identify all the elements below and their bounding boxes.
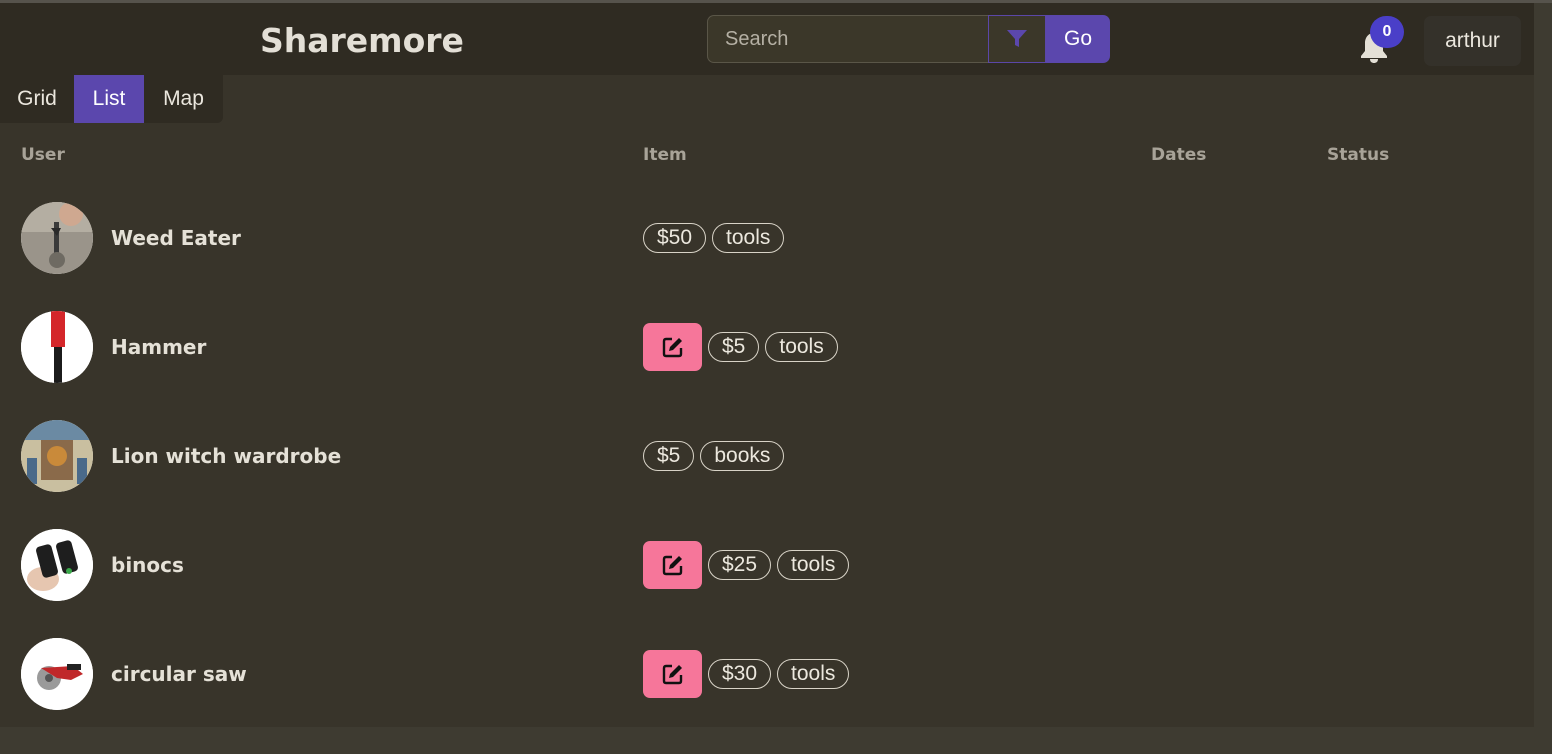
avatar xyxy=(21,638,93,710)
price-tag: $30 xyxy=(708,659,772,689)
price-tag: $25 xyxy=(708,550,772,580)
table-row[interactable]: Hammer $5 tools xyxy=(0,311,1534,420)
avatar xyxy=(21,311,93,383)
edit-button[interactable] xyxy=(643,541,702,589)
search-bar: Go xyxy=(707,15,1110,63)
item-name[interactable]: Weed Eater xyxy=(111,226,241,250)
search-input[interactable] xyxy=(707,15,988,63)
column-header-status[interactable]: Status xyxy=(1327,145,1389,165)
price-tag: $50 xyxy=(643,223,707,253)
category-tag[interactable]: tools xyxy=(712,223,785,253)
filter-icon xyxy=(1007,30,1027,47)
category-tag[interactable]: tools xyxy=(777,659,850,689)
page-scrollbar-track[interactable] xyxy=(1534,3,1552,754)
main-content: Grid List Map User Item Dates Status Wee… xyxy=(0,75,1534,727)
item-name[interactable]: Hammer xyxy=(111,335,206,359)
item-cell: $5 books xyxy=(643,432,785,480)
user-menu-button[interactable]: arthur xyxy=(1424,16,1521,66)
price-tag: $5 xyxy=(708,332,760,362)
edit-icon xyxy=(662,337,682,358)
avatar xyxy=(21,529,93,601)
notification-count-badge: 0 xyxy=(1370,16,1404,48)
category-tag[interactable]: tools xyxy=(765,332,838,362)
edit-button[interactable] xyxy=(643,323,702,371)
item-name[interactable]: Lion witch wardrobe xyxy=(111,444,341,468)
column-header-user[interactable]: User xyxy=(21,145,65,165)
table-row[interactable]: Weed Eater $50 tools xyxy=(0,202,1534,311)
item-name[interactable]: circular saw xyxy=(111,662,247,686)
filter-button[interactable] xyxy=(988,15,1046,63)
column-header-dates[interactable]: Dates xyxy=(1151,145,1206,165)
category-tag[interactable]: tools xyxy=(777,550,850,580)
page-footer-margin xyxy=(0,727,1534,754)
go-button[interactable]: Go xyxy=(1046,15,1110,63)
column-header-item[interactable]: Item xyxy=(643,145,687,165)
tab-list[interactable]: List xyxy=(74,75,144,123)
category-tag[interactable]: books xyxy=(700,441,785,471)
table-row[interactable]: binocs $25 tools xyxy=(0,529,1534,638)
edit-icon xyxy=(662,555,682,576)
avatar xyxy=(21,202,93,274)
avatar xyxy=(21,420,93,492)
item-name[interactable]: binocs xyxy=(111,553,184,577)
item-cell: $30 tools xyxy=(643,650,850,698)
tab-map[interactable]: Map xyxy=(144,75,223,123)
item-cell: $25 tools xyxy=(643,541,850,589)
item-cell: $50 tools xyxy=(643,214,785,262)
item-cell: $5 tools xyxy=(643,323,838,371)
app-brand[interactable]: Sharemore xyxy=(260,21,464,60)
app-header: Sharemore Go 0 arthur xyxy=(0,3,1534,75)
edit-button[interactable] xyxy=(643,650,702,698)
price-tag: $5 xyxy=(643,441,695,471)
view-tabs: Grid List Map xyxy=(0,75,223,123)
tab-grid[interactable]: Grid xyxy=(0,75,74,123)
table-row[interactable]: Lion witch wardrobe $5 books xyxy=(0,420,1534,529)
edit-icon xyxy=(662,664,682,685)
